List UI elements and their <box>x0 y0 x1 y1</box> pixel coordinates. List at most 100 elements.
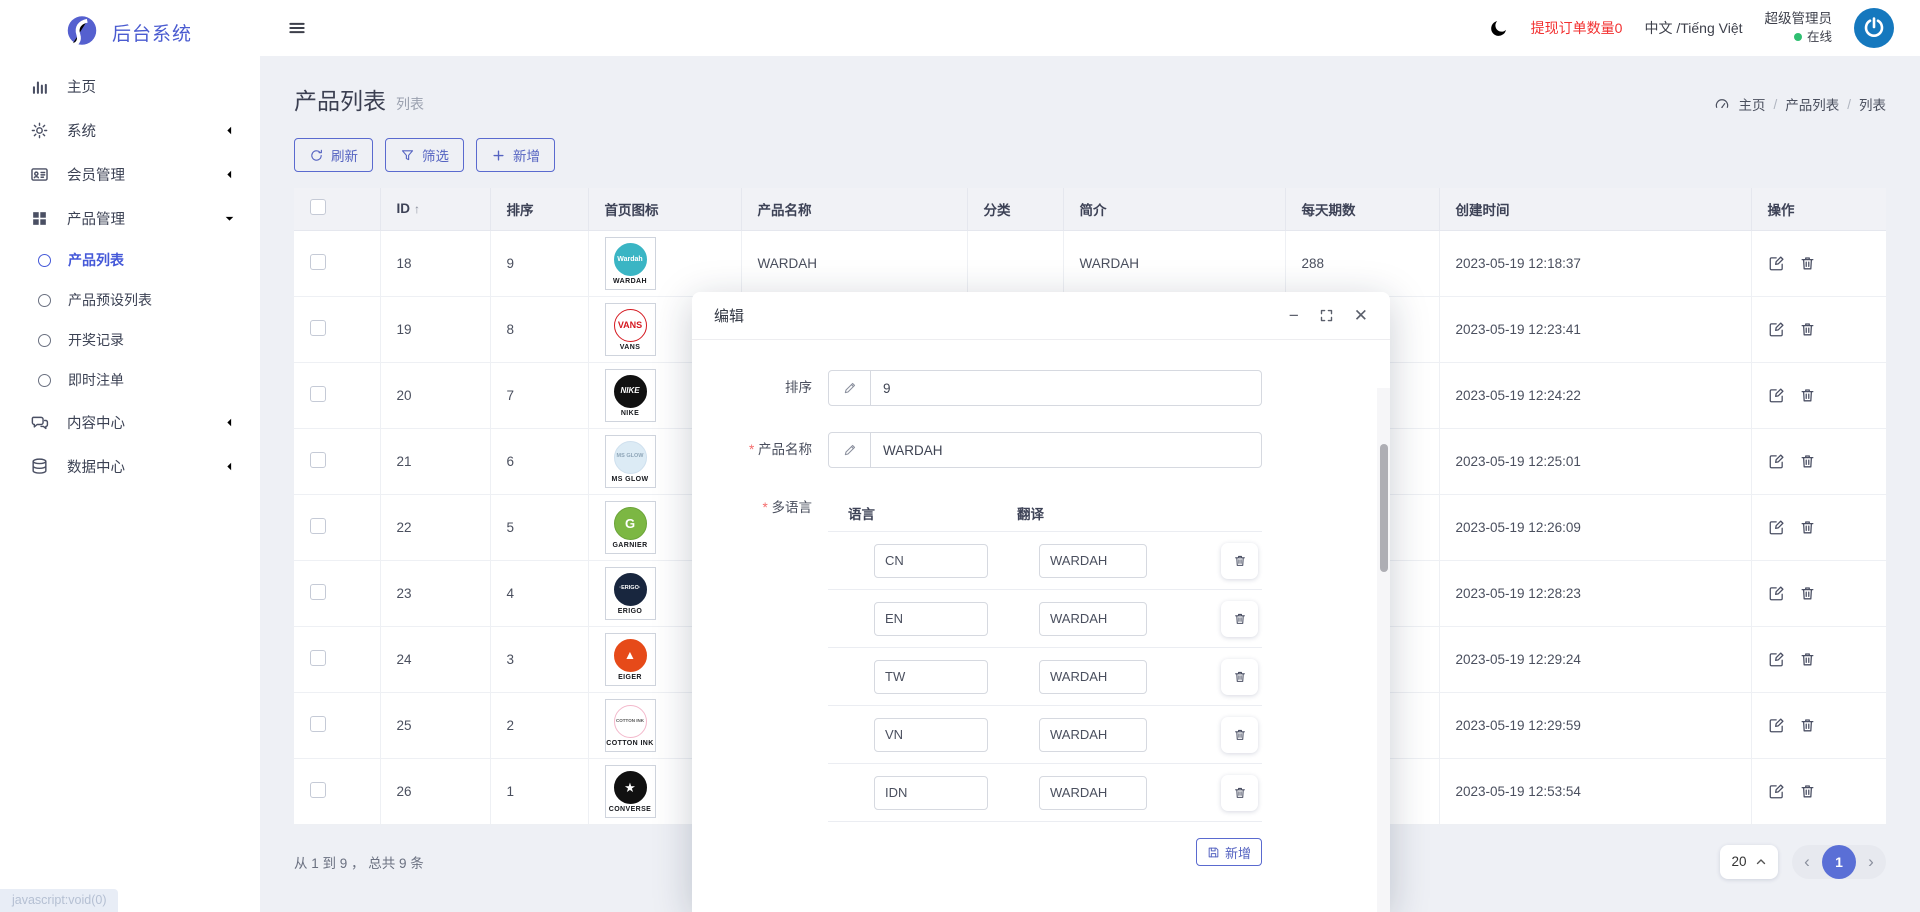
dark-mode-moon-icon[interactable] <box>1488 18 1509 39</box>
col-sort[interactable]: 排序 <box>490 188 588 230</box>
lang-code-input[interactable] <box>874 660 988 694</box>
sidebar-item-system[interactable]: 系统 <box>0 108 260 152</box>
trash-icon[interactable] <box>1799 585 1816 602</box>
edit-icon[interactable] <box>1768 453 1785 470</box>
brand-logo-icon <box>64 14 100 50</box>
radio-dot-icon <box>38 334 51 347</box>
withdraw-notice[interactable]: 提现订单数量0 <box>1531 18 1623 38</box>
sidebar-item-content-center[interactable]: 内容中心 <box>0 400 260 444</box>
row-checkbox[interactable] <box>310 782 326 798</box>
chevron-left-icon <box>223 416 236 429</box>
trash-icon[interactable] <box>1799 717 1816 734</box>
id-card-icon <box>30 165 49 184</box>
add-button[interactable]: 新增 <box>476 138 555 172</box>
filter-button[interactable]: 筛选 <box>385 138 464 172</box>
cell-created: 2023-05-19 12:26:09 <box>1439 494 1751 560</box>
radio-dot-icon <box>38 374 51 387</box>
edit-icon[interactable] <box>1768 255 1785 272</box>
trash-icon[interactable] <box>1799 321 1816 338</box>
breadcrumb-section[interactable]: 产品列表 <box>1785 94 1839 114</box>
row-checkbox[interactable] <box>310 386 326 402</box>
current-page-button[interactable]: 1 <box>1822 845 1856 879</box>
product-name-input[interactable] <box>871 433 1261 467</box>
row-checkbox[interactable] <box>310 650 326 666</box>
language-switcher[interactable]: 中文 /Tiếng Việt <box>1644 18 1742 38</box>
trash-icon[interactable] <box>1799 255 1816 272</box>
sort-input[interactable] <box>871 371 1261 405</box>
plus-icon <box>491 148 506 163</box>
cell-daily: 288 <box>1285 230 1439 296</box>
prev-page-button[interactable]: ‹ <box>1792 852 1822 872</box>
lang-code-input[interactable] <box>874 718 988 752</box>
product-logo: MS GLOWMS GLOW <box>605 435 656 488</box>
radio-dot-icon <box>38 254 51 267</box>
translation-input[interactable] <box>1039 602 1147 636</box>
sidebar-item-data-center[interactable]: 数据中心 <box>0 444 260 488</box>
pagination: 20 ‹ 1 › <box>1720 845 1886 879</box>
row-checkbox[interactable] <box>310 452 326 468</box>
sidebar-item-instant-bets[interactable]: 即时注单 <box>0 360 260 400</box>
delete-row-button[interactable] <box>1221 775 1258 811</box>
edit-icon[interactable] <box>1768 651 1785 668</box>
cell-id: 21 <box>380 428 490 494</box>
row-checkbox[interactable] <box>310 584 326 600</box>
hamburger-menu-icon[interactable] <box>287 18 307 38</box>
pager: ‹ 1 › <box>1792 845 1886 879</box>
modal-scrollbar-thumb[interactable] <box>1380 444 1388 572</box>
translation-input[interactable] <box>1039 660 1147 694</box>
modal-scrollbar[interactable] <box>1377 388 1390 912</box>
row-checkbox[interactable] <box>310 320 326 336</box>
avatar[interactable] <box>1854 8 1894 48</box>
sidebar-item-home[interactable]: 主页 <box>0 64 260 108</box>
col-id[interactable]: ID↑ <box>380 188 490 230</box>
lang-code-input[interactable] <box>874 776 988 810</box>
edit-icon[interactable] <box>1768 783 1785 800</box>
delete-row-button[interactable] <box>1221 601 1258 637</box>
sidebar-item-products[interactable]: 产品管理 <box>0 196 260 240</box>
translation-input[interactable] <box>1039 718 1147 752</box>
delete-row-button[interactable] <box>1221 659 1258 695</box>
close-icon[interactable]: ✕ <box>1354 307 1368 324</box>
edit-icon[interactable] <box>1768 387 1785 404</box>
sidebar-item-draw-records[interactable]: 开奖记录 <box>0 320 260 360</box>
edit-icon[interactable] <box>1768 519 1785 536</box>
i18n-row <box>828 648 1262 706</box>
lang-code-input[interactable] <box>874 544 988 578</box>
minimize-icon[interactable]: − <box>1289 307 1299 324</box>
trash-icon[interactable] <box>1799 783 1816 800</box>
lang-code-input[interactable] <box>874 602 988 636</box>
edit-icon[interactable] <box>1768 585 1785 602</box>
translation-input[interactable] <box>1039 776 1147 810</box>
cell-created: 2023-05-19 12:18:37 <box>1439 230 1751 296</box>
page-size-select[interactable]: 20 <box>1720 845 1778 879</box>
breadcrumb-home[interactable]: 主页 <box>1738 94 1765 114</box>
trash-icon[interactable] <box>1799 651 1816 668</box>
row-checkbox[interactable] <box>310 254 326 270</box>
add-language-button[interactable]: 新增 <box>1196 838 1262 866</box>
delete-row-button[interactable] <box>1221 717 1258 753</box>
translation-input[interactable] <box>1039 544 1147 578</box>
fullscreen-icon[interactable] <box>1319 308 1334 323</box>
trash-icon[interactable] <box>1799 387 1816 404</box>
gear-icon <box>30 121 49 140</box>
sidebar-item-members[interactable]: 会员管理 <box>0 152 260 196</box>
delete-row-button[interactable] <box>1221 543 1258 579</box>
modal-body: 排序 产品名称 多语言 语言 翻译 <box>692 340 1390 912</box>
trash-icon <box>1233 612 1247 626</box>
sidebar-item-product-list[interactable]: 产品列表 <box>0 240 260 280</box>
sidebar-item-product-preset-list[interactable]: 产品预设列表 <box>0 280 260 320</box>
sidebar-subitem-label: 即时注单 <box>68 370 124 390</box>
row-checkbox[interactable] <box>310 716 326 732</box>
cell-created: 2023-05-19 12:29:24 <box>1439 626 1751 692</box>
edit-icon[interactable] <box>1768 321 1785 338</box>
breadcrumb: 主页 / 产品列表 / 列表 <box>1714 94 1886 116</box>
i18n-row <box>828 764 1262 822</box>
edit-icon[interactable] <box>1768 717 1785 734</box>
refresh-button[interactable]: 刷新 <box>294 138 373 172</box>
row-checkbox[interactable] <box>310 518 326 534</box>
trash-icon[interactable] <box>1799 519 1816 536</box>
next-page-button[interactable]: › <box>1856 852 1886 872</box>
select-all-checkbox[interactable] <box>310 199 326 215</box>
chevron-down-icon <box>223 212 236 225</box>
trash-icon[interactable] <box>1799 453 1816 470</box>
